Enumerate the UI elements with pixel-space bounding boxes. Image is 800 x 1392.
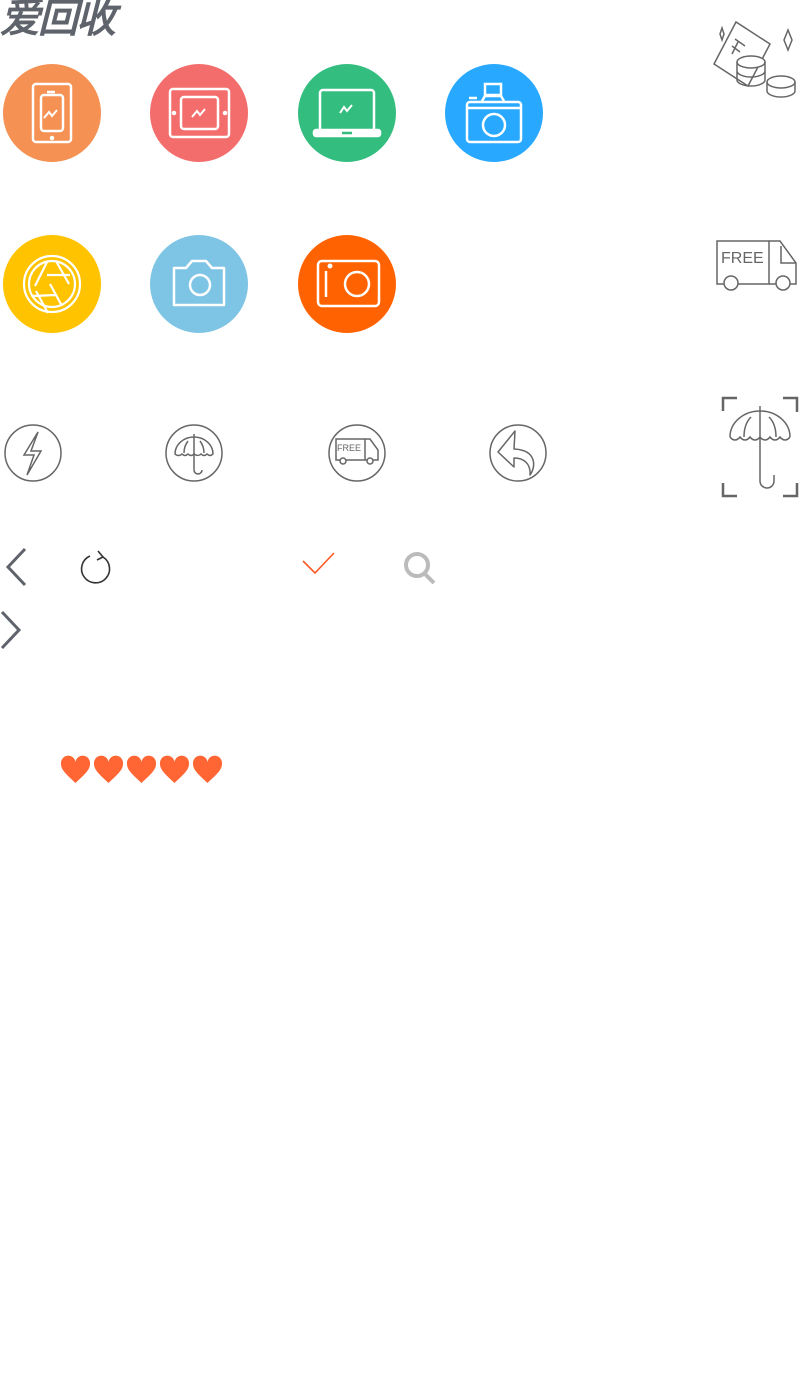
return-icon[interactable] bbox=[489, 424, 547, 482]
heart-icon bbox=[60, 755, 91, 783]
heart-icon bbox=[126, 755, 157, 783]
search-icon[interactable] bbox=[404, 551, 440, 587]
truck-label: FREE bbox=[721, 250, 764, 267]
camera-slr-icon[interactable] bbox=[445, 64, 543, 162]
phone-icon[interactable] bbox=[3, 64, 101, 162]
small-truck-label: FREE bbox=[337, 443, 361, 453]
heart-icon bbox=[192, 755, 223, 783]
umbrella-protection-icon bbox=[721, 396, 799, 498]
heart-icon bbox=[93, 755, 124, 783]
logo: 爱回收 bbox=[0, 0, 116, 41]
compact-camera-icon[interactable] bbox=[298, 235, 396, 333]
chevron-right-icon[interactable] bbox=[0, 610, 24, 650]
lens-aperture-icon[interactable] bbox=[3, 235, 101, 333]
cash-coins-icon bbox=[710, 20, 800, 102]
check-icon[interactable] bbox=[302, 552, 336, 576]
laptop-icon[interactable] bbox=[298, 64, 396, 162]
free-delivery-truck-icon: FREE bbox=[715, 240, 799, 292]
heart-rating bbox=[60, 755, 223, 784]
tablet-icon[interactable] bbox=[150, 64, 248, 162]
heart-icon bbox=[159, 755, 190, 783]
umbrella-icon[interactable] bbox=[165, 424, 223, 482]
free-shipping-icon[interactable]: FREE bbox=[328, 424, 386, 482]
refresh-icon[interactable] bbox=[80, 549, 114, 585]
lightning-fast-icon[interactable] bbox=[4, 424, 62, 482]
chevron-left-icon[interactable] bbox=[5, 547, 29, 587]
camera-icon[interactable] bbox=[150, 235, 248, 333]
